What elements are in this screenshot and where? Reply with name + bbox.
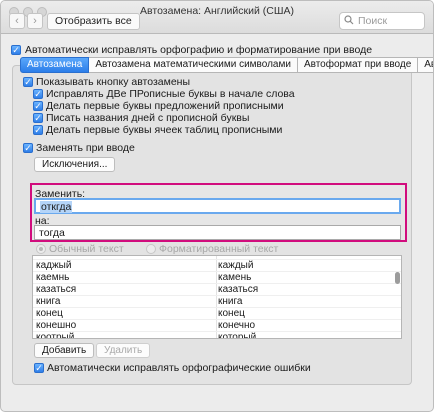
table-cell-replace: каджый xyxy=(36,260,72,271)
table-row[interactable]: конец конец xyxy=(33,308,401,320)
search-placeholder: Поиск xyxy=(358,15,388,27)
capitalize-days-label: Писать названия дней с прописной буквы xyxy=(46,112,250,124)
add-button[interactable]: Добавить xyxy=(34,343,95,358)
table-cell-replace: книга xyxy=(36,296,61,307)
show-autocorrect-button-checkbox[interactable]: ✓ xyxy=(23,77,33,87)
auto-correct-spelling-checkbox[interactable]: ✓ xyxy=(11,45,21,55)
with-field-value: тогда xyxy=(39,227,65,239)
table-cell-with: каждый xyxy=(218,260,254,271)
table-cell-replace: конец xyxy=(36,308,63,319)
table-cell-with: который xyxy=(218,332,257,339)
table-cell-with: книга xyxy=(218,296,243,307)
capitalize-sentences-checkbox[interactable]: ✓ xyxy=(33,101,43,111)
table-row[interactable]: коотрый который xyxy=(33,332,401,339)
title-bar: Автозамена: Английский (США) ‹ › Отобраз… xyxy=(1,1,433,34)
table-row[interactable]: каджый каждый xyxy=(33,260,401,272)
two-initial-caps-checkbox[interactable]: ✓ xyxy=(33,89,43,99)
back-button[interactable]: ‹ xyxy=(9,13,25,29)
auto-correct-spelling-label: Автоматически исправлять орфографию и фо… xyxy=(25,44,373,56)
capitalize-table-cells-checkbox[interactable]: ✓ xyxy=(33,125,43,135)
delete-button: Удалить xyxy=(96,343,151,358)
two-initial-caps-label: Исправлять ДВе ПРописные буквы в начале … xyxy=(46,88,295,100)
replacement-table[interactable]: каджый каждый каемнь камень казаться казаться… xyxy=(32,255,402,339)
table-row[interactable]: каемнь камень xyxy=(33,272,401,284)
formatted-text-radio[interactable] xyxy=(146,244,156,254)
replace-on-type-checkbox[interactable]: ✓ xyxy=(23,143,33,153)
table-cell-with: казаться xyxy=(218,284,259,295)
table-scrollbar[interactable] xyxy=(395,272,400,284)
capitalize-sentences-label: Делать первые буквы предложений прописны… xyxy=(46,100,284,112)
tab-autocorrect[interactable]: Автозамена xyxy=(20,57,90,73)
tab-autotext[interactable]: Автотекст xyxy=(418,57,433,73)
search-icon xyxy=(344,15,354,25)
table-cell-with: камень xyxy=(218,272,252,283)
auto-fix-spelling-label: Автоматически исправлять орфографические… xyxy=(47,362,311,374)
table-cell-with: конец xyxy=(218,308,245,319)
capitalize-days-checkbox[interactable]: ✓ xyxy=(33,113,43,123)
search-input[interactable]: Поиск xyxy=(339,12,425,30)
with-field[interactable]: тогда xyxy=(34,225,401,240)
tab-autoformat[interactable]: Автоформат при вводе xyxy=(297,57,419,73)
auto-fix-spelling-checkbox[interactable]: ✓ xyxy=(34,363,44,373)
tab-math-autocorrect[interactable]: Автозамена математическими символами xyxy=(89,57,298,73)
formatted-text-label: Форматированный текст xyxy=(159,243,279,255)
table-cell-replace: конешно xyxy=(36,320,77,331)
replace-field[interactable]: откгда xyxy=(34,198,401,214)
table-rows: каджый каждый каемнь камень казаться казаться… xyxy=(33,260,401,339)
table-cell-replace: каемнь xyxy=(36,272,70,283)
autocorrect-window: Автозамена: Английский (США) ‹ › Отобраз… xyxy=(0,0,434,412)
table-cell-replace: коотрый xyxy=(36,332,75,339)
forward-button[interactable]: › xyxy=(27,13,43,29)
exceptions-button[interactable]: Исключения... xyxy=(34,157,116,172)
table-row[interactable]: книга книга xyxy=(33,296,401,308)
table-row[interactable]: казаться казаться xyxy=(33,284,401,296)
show-autocorrect-button-label: Показывать кнопку автозамены xyxy=(36,76,191,88)
capitalize-table-cells-label: Делать первые буквы ячеек таблиц прописн… xyxy=(46,124,283,136)
show-all-button[interactable]: Отобразить все xyxy=(47,13,140,30)
tab-bar: Автозамена Автозамена математическими си… xyxy=(20,57,433,73)
plain-text-label: Обычный текст xyxy=(49,243,124,255)
replace-field-value: откгда xyxy=(40,201,73,213)
table-cell-with: конечно xyxy=(218,320,256,331)
table-cell-replace: казаться xyxy=(36,284,77,295)
table-row[interactable]: конешно конечно xyxy=(33,320,401,332)
plain-text-radio[interactable] xyxy=(36,244,46,254)
replace-on-type-label: Заменять при вводе xyxy=(36,142,135,154)
